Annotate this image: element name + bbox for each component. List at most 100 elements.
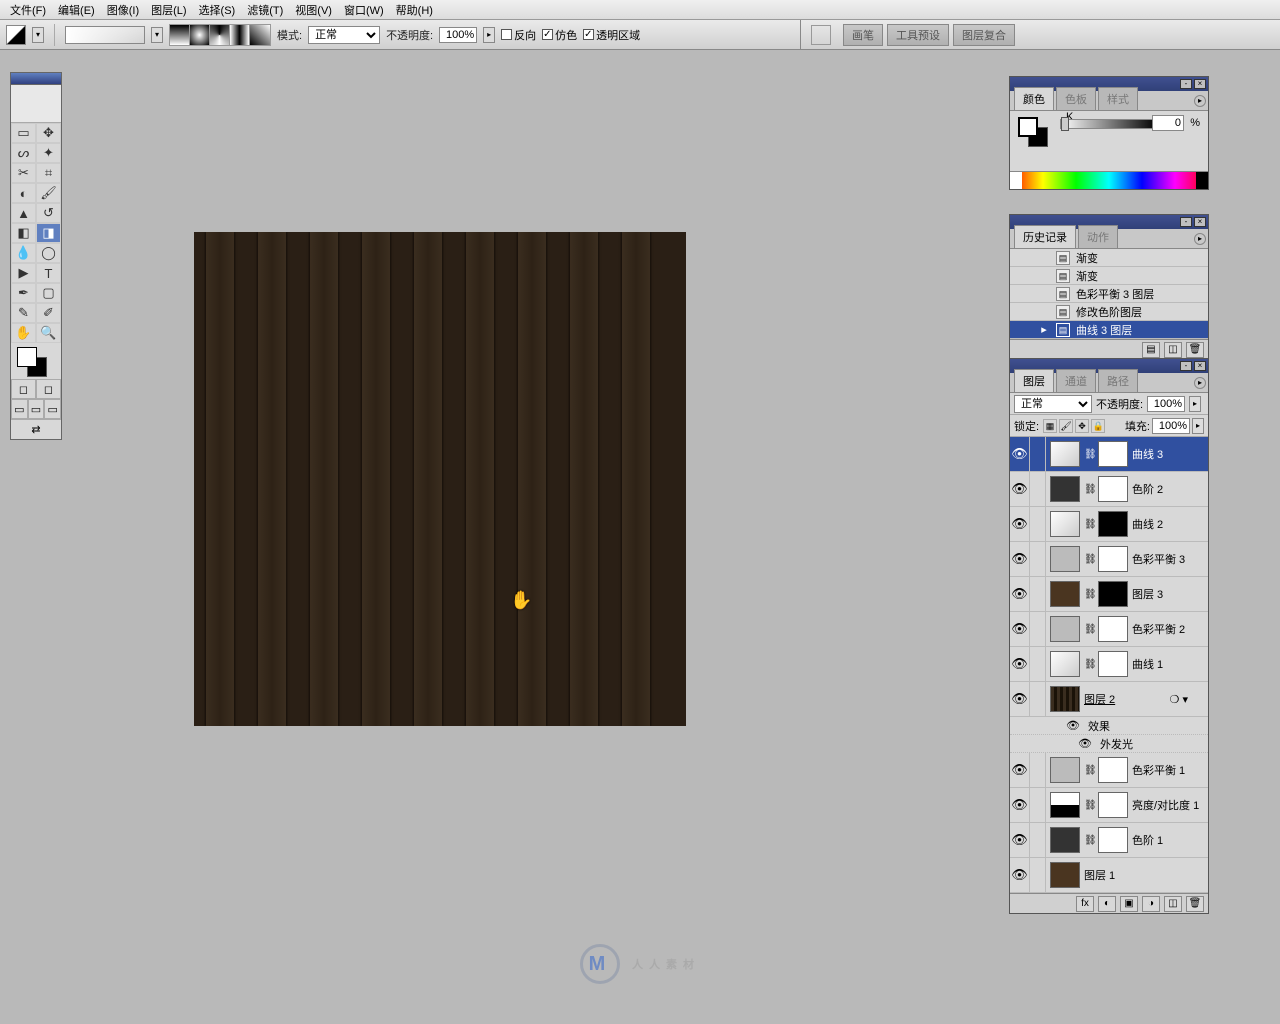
hand-tool-icon[interactable]: ✋ [11,323,36,343]
panel-menu-icon[interactable]: ▸ [1194,233,1206,245]
eraser-tool-icon[interactable]: ◧ [11,223,36,243]
layer-row[interactable]: 👁⛓色彩平衡 2 [1010,612,1208,647]
screen-mode-3-icon[interactable]: ▭ [44,399,61,419]
dodge-tool-icon[interactable]: ◯ [36,243,61,263]
new-document-icon[interactable]: ▤ [1142,342,1160,358]
layer-mask-thumb[interactable] [1098,476,1128,502]
gradient-radial[interactable] [190,25,210,45]
k-slider[interactable] [1060,119,1158,129]
layer-thumb[interactable] [1050,476,1080,502]
gradient-diamond[interactable] [250,25,270,45]
layer-row[interactable]: 👁图层 2❍ ▾ [1010,682,1208,717]
layer-row[interactable]: 👁⛓色阶 1 [1010,823,1208,858]
history-item[interactable]: ▤渐变 [1010,249,1208,267]
history-brush-icon[interactable]: ↺ [36,203,61,223]
layer-name-label[interactable]: 色彩平衡 1 [1132,762,1185,778]
layer-link-cell[interactable] [1030,507,1046,541]
layer-name-label[interactable]: 图层 2 [1084,691,1115,707]
layer-mask-thumb[interactable] [1098,757,1128,783]
layer-mask-thumb[interactable] [1098,511,1128,537]
lock-move-icon[interactable]: ✥ [1075,419,1089,433]
close-icon[interactable]: × [1194,79,1206,89]
menu-view[interactable]: 视图(V) [289,0,338,20]
layer-mask-icon[interactable]: ◐ [1098,896,1116,912]
menu-help[interactable]: 帮助(H) [390,0,439,20]
minimize-icon[interactable]: - [1180,79,1192,89]
notes-tool-icon[interactable]: ✎ [11,303,36,323]
layer-thumb[interactable] [1050,511,1080,537]
layer-row[interactable]: 👁⛓色阶 2 [1010,472,1208,507]
layer-link-cell[interactable] [1030,823,1046,857]
history-item[interactable]: ▸▤曲线 3 图层 [1010,321,1208,339]
gradient-reflected[interactable] [230,25,250,45]
layer-thumb[interactable] [1050,441,1080,467]
tool-preset-icon[interactable] [6,25,26,45]
layer-fx-icon[interactable]: fx [1076,896,1094,912]
layer-link-cell[interactable] [1030,472,1046,506]
layer-name-label[interactable]: 色阶 1 [1132,832,1163,848]
fill-slider-toggle[interactable]: ▸ [1192,418,1204,434]
layer-row[interactable]: 👁⛓曲线 2 [1010,507,1208,542]
layer-set-icon[interactable]: ▣ [1120,896,1138,912]
tab-color[interactable]: 颜色 [1014,87,1054,110]
layer-thumb[interactable] [1050,546,1080,572]
layer-thumb[interactable] [1050,862,1080,888]
new-layer-icon[interactable]: ◫ [1164,896,1182,912]
layer-thumb[interactable] [1050,757,1080,783]
fill-input[interactable] [1152,418,1190,434]
gradient-angle[interactable] [210,25,230,45]
layer-blend-select[interactable]: 正常 [1014,395,1092,413]
layer-row[interactable]: 👁⛓图层 3 [1010,577,1208,612]
visibility-eye-icon[interactable]: 👁 [1010,577,1030,611]
layer-name-label[interactable]: 图层 3 [1132,586,1163,602]
layer-mask-thumb[interactable] [1098,616,1128,642]
visibility-eye-icon[interactable]: 👁 [1010,542,1030,576]
layer-link-cell[interactable] [1030,577,1046,611]
visibility-eye-icon[interactable]: 👁 [1010,823,1030,857]
gradient-linear[interactable] [170,25,190,45]
document-canvas[interactable] [194,232,686,726]
close-icon[interactable]: × [1194,217,1206,227]
minimize-icon[interactable]: - [1180,217,1192,227]
dock-tab-brush[interactable]: 画笔 [843,24,883,46]
wand-tool-icon[interactable]: ✦ [36,143,61,163]
trash-icon[interactable]: 🗑 [1186,896,1204,912]
layer-row[interactable]: 👁⛓色彩平衡 3 [1010,542,1208,577]
eyedropper-tool-icon[interactable]: ✐ [36,303,61,323]
tab-styles[interactable]: 样式 [1098,87,1138,110]
gradient-tool-icon[interactable]: ◨ [36,223,61,243]
dock-tab-layercomp[interactable]: 图层复合 [953,24,1015,46]
layer-name-label[interactable]: 图层 1 [1084,867,1115,883]
layer-mask-thumb[interactable] [1098,546,1128,572]
visibility-eye-icon[interactable]: 👁 [1010,612,1030,646]
lock-transparent-icon[interactable]: ▦ [1043,419,1057,433]
visibility-eye-icon[interactable]: 👁 [1078,737,1092,750]
crop-tool-icon[interactable]: ✂ [11,163,36,183]
layer-name-label[interactable]: 曲线 2 [1132,516,1163,532]
history-item[interactable]: ▤修改色阶图层 [1010,303,1208,321]
opacity-slider-toggle[interactable]: ▸ [1189,396,1201,412]
opacity-slider-toggle[interactable]: ▸ [483,27,495,43]
visibility-eye-icon[interactable]: 👁 [1010,507,1030,541]
reverse-checkbox[interactable]: 反向 [501,27,536,43]
tool-preset-dropdown[interactable]: ▾ [32,27,44,43]
layer-thumb[interactable] [1050,686,1080,712]
type-tool-icon[interactable]: T [36,263,61,283]
lock-all-icon[interactable]: 🔒 [1091,419,1105,433]
visibility-eye-icon[interactable]: 👁 [1010,858,1030,892]
screen-mode-1-icon[interactable]: ▭ [11,399,28,419]
stamp-tool-icon[interactable]: ▲ [11,203,36,223]
menu-filter[interactable]: 滤镜(T) [241,0,289,20]
dock-brush-icon[interactable] [811,25,831,45]
visibility-eye-icon[interactable]: 👁 [1010,753,1030,787]
layer-thumb[interactable] [1050,792,1080,818]
layer-link-cell[interactable] [1030,542,1046,576]
history-item[interactable]: ▤渐变 [1010,267,1208,285]
layer-link-cell[interactable] [1030,788,1046,822]
layer-mask-thumb[interactable] [1098,441,1128,467]
zoom-tool-icon[interactable]: 🔍 [36,323,61,343]
minimize-icon[interactable]: - [1180,361,1192,371]
foreground-color[interactable] [17,347,37,367]
layer-row[interactable]: 👁⛓曲线 1 [1010,647,1208,682]
menu-window[interactable]: 窗口(W) [338,0,390,20]
